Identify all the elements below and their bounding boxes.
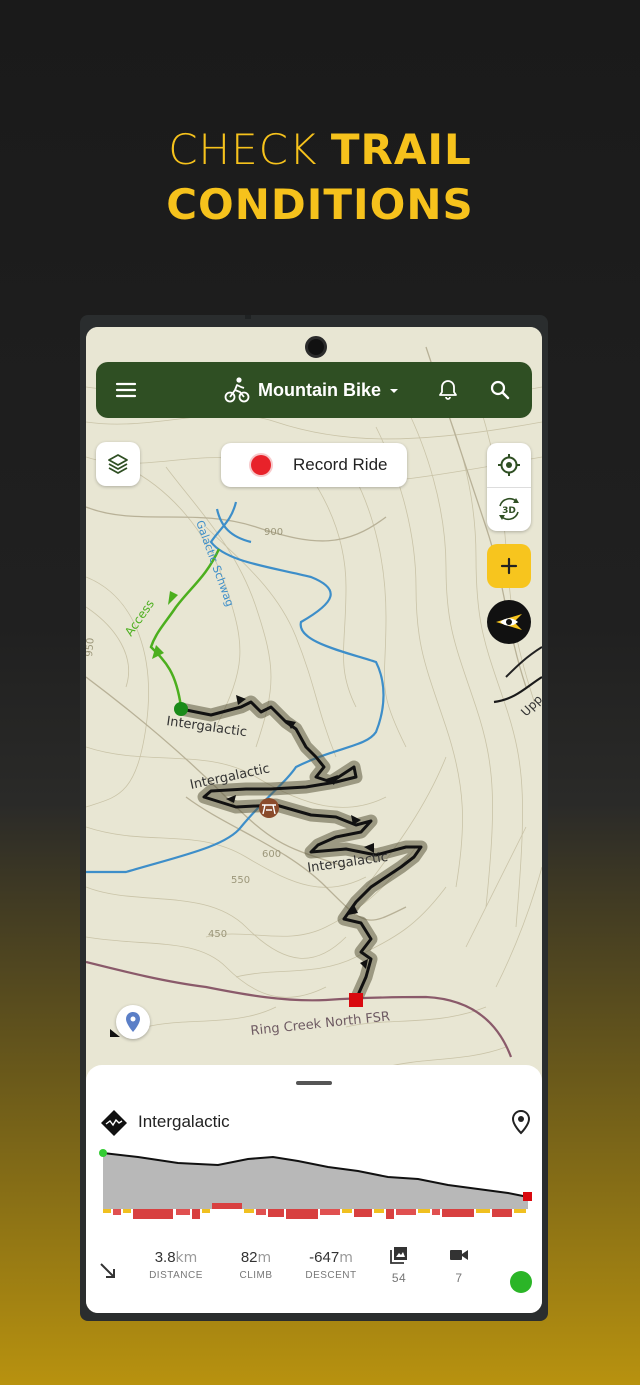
- headline: CHECK TRAIL CONDITIONS: [0, 122, 640, 232]
- photos-icon: [390, 1247, 407, 1264]
- contour-label: 450: [208, 929, 227, 940]
- headline-trail: TRAIL: [330, 125, 472, 174]
- crosshair-icon: [498, 454, 520, 476]
- compass-icon: [496, 614, 522, 630]
- climb-stat: 82m CLIMB: [226, 1247, 286, 1281]
- contour-label: 900: [264, 527, 283, 538]
- trail-name: Intergalactic: [138, 1112, 230, 1131]
- activity-selector[interactable]: Mountain Bike: [224, 374, 401, 406]
- headline-check: CHECK: [168, 125, 318, 174]
- chevron-down-icon: [390, 389, 399, 393]
- map-marker-button[interactable]: [116, 1005, 150, 1039]
- headline-conditions: CONDITIONS: [166, 180, 474, 229]
- descent-stat: -647m DESCENT: [296, 1247, 366, 1281]
- distance-stat: 3.8km DISTANCE: [146, 1247, 206, 1281]
- sheet-handle[interactable]: [296, 1081, 332, 1085]
- photos-stat[interactable]: 54: [384, 1245, 414, 1285]
- topo-map[interactable]: 900 950 600 550 450 Access Intergalactic…: [86, 327, 542, 1087]
- compass-button[interactable]: [487, 600, 531, 644]
- camera: [305, 336, 327, 358]
- screen: 900 950 600 550 450 Access Intergalactic…: [86, 327, 542, 1313]
- trail-stats: 3.8km DISTANCE 82m CLIMB -647m DESCENT 5…: [86, 1241, 542, 1311]
- layers-icon: [108, 454, 128, 474]
- trail-end-marker[interactable]: [349, 993, 363, 1007]
- photos-count: 54: [391, 1271, 407, 1285]
- trail-status-indicator[interactable]: [510, 1271, 532, 1293]
- record-icon: [251, 455, 271, 475]
- trail-start-marker[interactable]: [174, 702, 188, 716]
- descent-arrow-icon: [100, 1263, 115, 1278]
- contour-label: 950: [86, 637, 97, 657]
- 3d-toggle-button[interactable]: 3D: [487, 487, 531, 531]
- climb-value: 82: [240, 1249, 258, 1266]
- plus-icon: [500, 557, 518, 575]
- distance-unit: km: [175, 1250, 198, 1266]
- 3d-label: 3D: [502, 506, 516, 516]
- layers-button[interactable]: [96, 442, 140, 486]
- climb-unit: m: [257, 1250, 272, 1266]
- record-ride-label: Record Ride: [293, 455, 388, 474]
- descent-label: DESCENT: [305, 1270, 357, 1281]
- search-icon[interactable]: [488, 378, 512, 402]
- map-view-controls: 3D: [487, 443, 531, 531]
- contour-label: 550: [231, 875, 250, 886]
- contour-label: 600: [262, 849, 281, 860]
- my-location-button[interactable]: [487, 443, 531, 487]
- videos-count: 7: [455, 1271, 463, 1285]
- cyclist-icon: [224, 377, 250, 403]
- add-button[interactable]: [487, 544, 531, 588]
- app-bar: Mountain Bike: [96, 362, 532, 418]
- distance-label: DISTANCE: [149, 1270, 203, 1281]
- location-pin-icon[interactable]: [510, 1109, 532, 1135]
- activity-title: Mountain Bike: [258, 379, 382, 400]
- picnic-icon[interactable]: [259, 798, 279, 818]
- descent-value: -647: [309, 1249, 340, 1266]
- record-ride-button[interactable]: Record Ride: [221, 443, 407, 487]
- video-camera-icon: [450, 1250, 468, 1260]
- climb-label: CLIMB: [239, 1270, 273, 1281]
- menu-icon[interactable]: [114, 378, 138, 402]
- trail-bottom-sheet[interactable]: Intergalactic 3.8km DISTANCE 82m CLIMB -…: [86, 1065, 542, 1313]
- map-pin-icon: [126, 1012, 140, 1032]
- distance-value: 3.8: [154, 1249, 176, 1266]
- trail-diamond-icon: [101, 1110, 127, 1136]
- descent-unit: m: [339, 1250, 353, 1266]
- phone-frame: 900 950 600 550 450 Access Intergalactic…: [80, 315, 548, 1321]
- videos-stat[interactable]: 7: [444, 1245, 474, 1285]
- rotate-3d-icon: 3D: [499, 498, 519, 520]
- bell-icon[interactable]: [436, 378, 460, 402]
